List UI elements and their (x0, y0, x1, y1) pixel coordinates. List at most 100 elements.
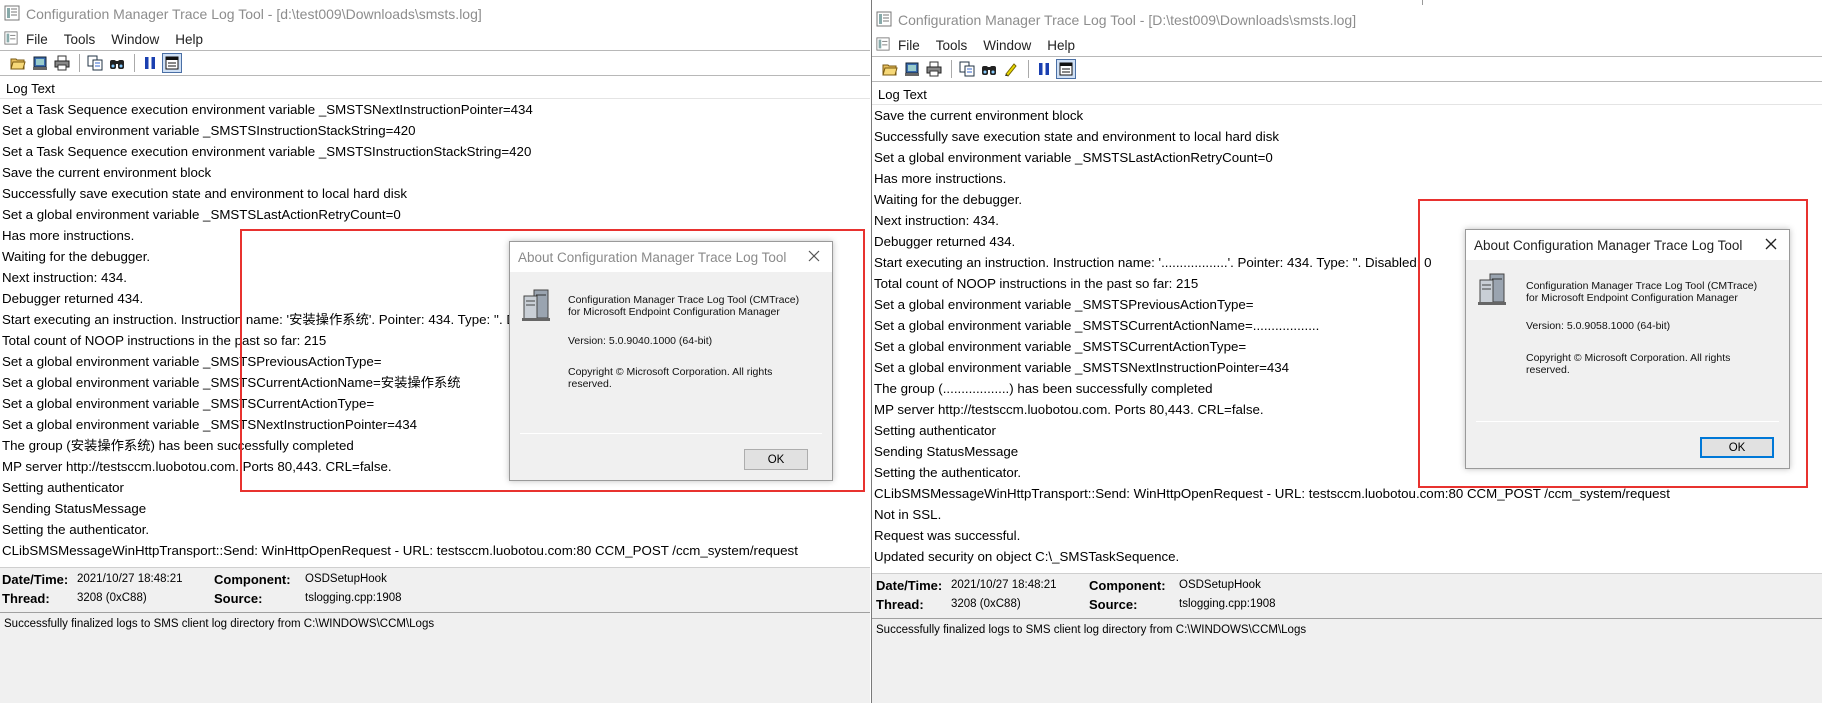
log-line[interactable]: Set a global environment variable _SMSTS… (872, 147, 1822, 168)
log-line[interactable]: Save the current environment block (0, 162, 870, 183)
about-version: Version: 5.0.9040.1000 (64-bit) (568, 335, 713, 347)
ok-button[interactable]: OK (744, 449, 808, 470)
left-title-bar: Configuration Manager Trace Log Tool - [… (0, 0, 870, 28)
log-line[interactable]: Waiting for the debugger. (872, 189, 1822, 210)
log-line[interactable]: CLibSMSMessageWinHttpTransport::Send: Wi… (0, 540, 870, 561)
menu-window[interactable]: Window (111, 32, 159, 47)
copy-icon[interactable] (85, 53, 105, 73)
log-line[interactable]: Set a Task Sequence execution environmen… (0, 99, 870, 120)
log-line[interactable]: Set a Task Sequence execution environmen… (0, 141, 870, 162)
source-value: tslogging.cpp:1908 (305, 592, 402, 604)
component-value: OSDSetupHook (1179, 579, 1261, 591)
copy-icon[interactable] (957, 59, 977, 79)
close-icon[interactable] (806, 248, 822, 264)
dialog-separator (1476, 421, 1779, 422)
close-icon[interactable] (1763, 236, 1779, 252)
log-line[interactable]: Request was successful. (872, 525, 1822, 546)
about-product-name: Configuration Manager Trace Log Tool (CM… (1526, 280, 1758, 304)
datetime-label: Date/Time: (876, 578, 943, 593)
log-line[interactable]: Save the current environment block (872, 105, 1822, 126)
log-line[interactable]: Set a global environment variable _SMSTS… (0, 120, 870, 141)
log-line[interactable]: Updated security on object C:\_SMSTaskSe… (872, 546, 1822, 567)
about-copyright: Copyright © Microsoft Corporation. All r… (1526, 352, 1731, 376)
datetime-value: 2021/10/27 18:48:21 (951, 579, 1057, 591)
component-label: Component: (214, 572, 291, 587)
log-line[interactable]: Sending StatusMessage (0, 498, 870, 519)
log-text-column-header[interactable]: Log Text (0, 78, 870, 99)
left-menu-bar: File Tools Window Help (0, 28, 870, 50)
view-icon[interactable] (162, 53, 182, 73)
about-dialog: About Configuration Manager Trace Log To… (509, 241, 833, 481)
left-cmtrace-window: Configuration Manager Trace Log Tool - [… (0, 0, 870, 703)
thread-value: 3208 (0xC88) (951, 598, 1021, 610)
log-line[interactable]: Setting the authenticator. (0, 519, 870, 540)
log-line[interactable]: Set a global environment variable _SMSTS… (0, 204, 870, 225)
about-dialog-title: About Configuration Manager Trace Log To… (518, 249, 787, 265)
pause-icon[interactable] (1034, 59, 1054, 79)
thread-label: Thread: (876, 597, 924, 612)
find-icon[interactable] (979, 59, 999, 79)
log-text-column-header[interactable]: Log Text (872, 84, 1822, 105)
about-dialog: About Configuration Manager Trace Log To… (1465, 229, 1790, 469)
menu-help[interactable]: Help (1047, 38, 1075, 53)
toolbar-separator (79, 54, 80, 72)
log-line[interactable]: Not in SSL. (872, 504, 1822, 525)
about-dialog-title-bar: About Configuration Manager Trace Log To… (1466, 230, 1789, 260)
ok-button[interactable]: OK (1700, 437, 1774, 458)
view-icon[interactable] (1056, 59, 1076, 79)
open-icon[interactable] (880, 59, 900, 79)
log-line[interactable]: Has more instructions. (872, 168, 1822, 189)
source-value: tslogging.cpp:1908 (1179, 598, 1276, 610)
app-icon (876, 11, 892, 30)
menu-file[interactable]: File (898, 38, 920, 53)
app-icon[interactable] (4, 30, 18, 48)
server-icon (520, 288, 554, 327)
pause-icon[interactable] (140, 53, 160, 73)
log-line[interactable]: Next instruction: 434. (872, 210, 1822, 231)
open-icon[interactable] (8, 53, 28, 73)
print-preview-icon[interactable] (30, 53, 50, 73)
right-menu-bar: File Tools Window Help (872, 34, 1822, 56)
component-value: OSDSetupHook (305, 573, 387, 585)
server-icon (1476, 272, 1510, 311)
app-icon[interactable] (876, 36, 890, 54)
menu-tools[interactable]: Tools (64, 32, 96, 47)
dialog-separator (520, 433, 822, 434)
datetime-value: 2021/10/27 18:48:21 (77, 573, 183, 585)
right-cmtrace-window: Configuration Manager Trace Log Tool - [… (871, 0, 1822, 703)
right-toolbar (872, 56, 1822, 82)
menu-help[interactable]: Help (175, 32, 203, 47)
window-title: Configuration Manager Trace Log Tool - [… (26, 6, 482, 22)
toolbar-separator (951, 60, 952, 78)
about-dialog-title: About Configuration Manager Trace Log To… (1474, 237, 1743, 253)
log-line[interactable]: CLibSMSMessageWinHttpTransport::Send: Wi… (872, 483, 1822, 504)
left-toolbar (0, 50, 870, 76)
source-label: Source: (1089, 597, 1138, 612)
window-title: Configuration Manager Trace Log Tool - [… (898, 12, 1357, 28)
print-icon[interactable] (52, 53, 72, 73)
menu-tools[interactable]: Tools (936, 38, 968, 53)
thread-value: 3208 (0xC88) (77, 592, 147, 604)
about-copyright: Copyright © Microsoft Corporation. All r… (568, 366, 773, 390)
log-line[interactable]: Successfully save execution state and en… (872, 126, 1822, 147)
detail-pane: Date/Time: 2021/10/27 18:48:21 Component… (872, 573, 1822, 618)
print-preview-icon[interactable] (902, 59, 922, 79)
print-icon[interactable] (924, 59, 944, 79)
detail-pane: Date/Time: 2021/10/27 18:48:21 Component… (0, 567, 870, 612)
menu-file[interactable]: File (26, 32, 48, 47)
message-pane[interactable]: Successfully finalized logs to SMS clien… (0, 612, 870, 703)
thread-label: Thread: (2, 591, 50, 606)
menu-window[interactable]: Window (983, 38, 1031, 53)
find-icon[interactable] (107, 53, 127, 73)
log-line[interactable]: Successfully save execution state and en… (0, 183, 870, 204)
right-title-bar: Configuration Manager Trace Log Tool - [… (872, 0, 1822, 34)
component-label: Component: (1089, 578, 1166, 593)
message-pane[interactable]: Successfully finalized logs to SMS clien… (872, 618, 1822, 703)
message-text: Successfully finalized logs to SMS clien… (4, 618, 435, 630)
window-edge (1422, 0, 1423, 5)
about-version: Version: 5.0.9058.1000 (64-bit) (1526, 320, 1671, 332)
app-icon (4, 5, 20, 24)
about-product-name: Configuration Manager Trace Log Tool (CM… (568, 294, 800, 318)
highlight-icon[interactable] (1001, 59, 1021, 79)
toolbar-separator (134, 54, 135, 72)
